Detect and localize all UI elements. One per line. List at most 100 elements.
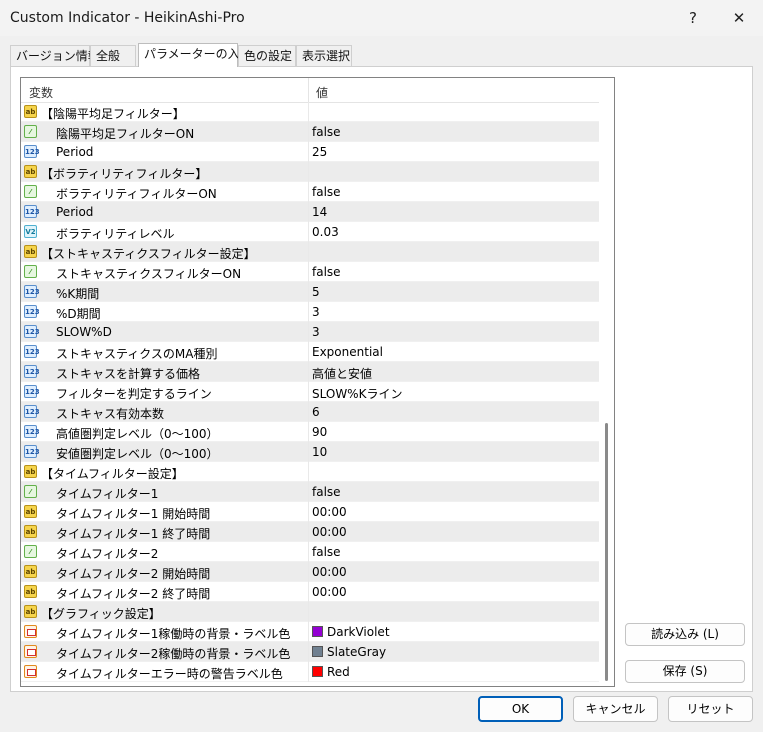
scrollbar-thumb[interactable] xyxy=(605,423,608,681)
parameter-name: タイムフィルター2 xyxy=(56,547,159,561)
parameter-row[interactable]: 123 高値圏判定レベル（0〜100） 90 xyxy=(21,422,599,442)
boolean-type-icon: ⁄ xyxy=(24,485,37,498)
close-button[interactable]: ✕ xyxy=(716,0,762,36)
parameter-row[interactable]: 123 Period 14 xyxy=(21,202,599,222)
parameter-name: Period xyxy=(56,205,94,219)
parameter-value-text: false xyxy=(312,185,341,199)
tab-colors[interactable]: 色の設定 xyxy=(238,45,296,66)
parameter-row[interactable]: ⁄ 陰陽平均足フィルターON false xyxy=(21,122,599,142)
parameter-value[interactable]: SLOW%Kライン xyxy=(312,385,402,402)
parameter-value-text: 高値と安値 xyxy=(312,367,373,381)
section-row[interactable]: ab 【グラフィック設定】 xyxy=(21,602,599,622)
parameter-row[interactable]: 123 ストキャスティクスのMA種別 Exponential xyxy=(21,342,599,362)
parameter-value[interactable]: 5 xyxy=(312,285,320,299)
parameter-row[interactable]: 123 フィルターを判定するライン SLOW%Kライン xyxy=(21,382,599,402)
cell-divider xyxy=(308,162,309,182)
tab-general[interactable]: 全般 xyxy=(90,45,136,66)
parameter-row[interactable]: 123 安値圏判定レベル（0〜100） 10 xyxy=(21,442,599,462)
parameter-row[interactable]: ab タイムフィルター1 開始時間 00:00 xyxy=(21,502,599,522)
color-swatch[interactable] xyxy=(312,646,323,657)
parameter-value[interactable]: 0.03 xyxy=(312,225,339,239)
cell-divider xyxy=(308,602,309,622)
parameter-value[interactable]: Exponential xyxy=(312,345,383,359)
parameter-value[interactable]: 00:00 xyxy=(312,525,347,539)
parameter-value-text: 6 xyxy=(312,405,320,419)
parameter-value[interactable]: 00:00 xyxy=(312,585,347,599)
parameter-value[interactable]: 00:00 xyxy=(312,505,347,519)
parameter-row[interactable]: タイムフィルターエラー時の警告ラベル色 Red xyxy=(21,662,599,682)
parameter-value-text: 00:00 xyxy=(312,565,347,579)
color-value-cell[interactable]: Red xyxy=(312,665,350,679)
help-button[interactable]: ? xyxy=(670,0,716,36)
parameter-value-text: 00:00 xyxy=(312,505,347,519)
integer-type-icon: 123 xyxy=(24,205,40,218)
parameter-row[interactable]: 123 ストキャス有効本数 6 xyxy=(21,402,599,422)
parameter-row[interactable]: ⁄ ストキャスティクスフィルターON false xyxy=(21,262,599,282)
parameter-value[interactable]: false xyxy=(312,265,341,279)
integer-type-icon: 123 xyxy=(24,325,40,338)
parameter-value[interactable]: false xyxy=(312,485,341,499)
parameter-name: 【タイムフィルター設定】 xyxy=(41,467,184,481)
parameter-row[interactable]: ab タイムフィルター1 終了時間 00:00 xyxy=(21,522,599,542)
parameter-value[interactable]: 90 xyxy=(312,425,327,439)
parameter-value[interactable]: 3 xyxy=(312,325,320,339)
vertical-scrollbar[interactable] xyxy=(600,78,614,686)
parameter-name: SLOW%D xyxy=(56,325,112,339)
parameter-value[interactable]: 10 xyxy=(312,445,327,459)
color-value-cell[interactable]: DarkViolet xyxy=(312,625,390,639)
parameter-row[interactable]: 123 %K期間 5 xyxy=(21,282,599,302)
parameter-value-text: 3 xyxy=(312,305,320,319)
parameter-value[interactable]: false xyxy=(312,125,341,139)
column-header-variable[interactable]: 変数 xyxy=(29,84,53,101)
parameter-row[interactable]: ⁄ ボラティリティフィルターON false xyxy=(21,182,599,202)
parameter-row[interactable]: 123 %D期間 3 xyxy=(21,302,599,322)
integer-type-icon: 123 xyxy=(24,345,40,358)
color-value-cell[interactable]: SlateGray xyxy=(312,645,386,659)
parameter-row[interactable]: タイムフィルター2稼働時の背景・ラベル色 SlateGray xyxy=(21,642,599,662)
parameter-row[interactable]: タイムフィルター1稼働時の背景・ラベル色 DarkViolet xyxy=(21,622,599,642)
section-row[interactable]: ab 【ボラティリティフィルター】 xyxy=(21,162,599,182)
parameter-rows: ab 【陰陽平均足フィルター】 ⁄ 陰陽平均足フィルターON false 123 Perio… xyxy=(21,102,599,682)
parameter-row[interactable]: ab タイムフィルター2 開始時間 00:00 xyxy=(21,562,599,582)
parameter-row[interactable]: ⁄ タイムフィルター2 false xyxy=(21,542,599,562)
cell-divider xyxy=(308,522,309,542)
parameter-value[interactable]: 高値と安値 xyxy=(312,365,372,382)
reset-button[interactable]: リセット xyxy=(668,696,753,722)
save-button[interactable]: 保存 (S) xyxy=(625,660,745,683)
cell-divider xyxy=(308,582,309,602)
cancel-button[interactable]: キャンセル xyxy=(573,696,658,722)
parameter-value[interactable]: 6 xyxy=(312,405,320,419)
section-row[interactable]: ab 【ストキャスティクスフィルター設定】 xyxy=(21,242,599,262)
tab-parameters[interactable]: パラメーターの入力 xyxy=(138,43,252,67)
cell-divider xyxy=(308,642,309,662)
parameter-row[interactable]: 123 Period 25 xyxy=(21,142,599,162)
load-button[interactable]: 読み込み (L) xyxy=(625,623,745,646)
parameter-value[interactable]: false xyxy=(312,545,341,559)
column-header-value[interactable]: 値 xyxy=(316,84,328,101)
cell-divider xyxy=(308,542,309,562)
color-type-icon xyxy=(24,625,37,638)
parameter-value[interactable]: 3 xyxy=(312,305,320,319)
section-row[interactable]: ab 【タイムフィルター設定】 xyxy=(21,462,599,482)
parameter-value-text: 00:00 xyxy=(312,525,347,539)
color-swatch[interactable] xyxy=(312,626,323,637)
column-divider[interactable] xyxy=(308,78,309,102)
parameter-row[interactable]: ab タイムフィルター2 終了時間 00:00 xyxy=(21,582,599,602)
cell-divider xyxy=(308,262,309,282)
tab-visualization[interactable]: 表示選択 xyxy=(296,45,352,66)
tab-version[interactable]: バージョン情報 xyxy=(10,45,100,66)
section-row[interactable]: ab 【陰陽平均足フィルター】 xyxy=(21,102,599,122)
parameter-value[interactable]: 14 xyxy=(312,205,327,219)
parameter-name: タイムフィルター2稼働時の背景・ラベル色 xyxy=(56,647,291,661)
parameter-row[interactable]: ⁄ タイムフィルター1 false xyxy=(21,482,599,502)
parameter-name: 【ストキャスティクスフィルター設定】 xyxy=(41,247,256,261)
parameter-value[interactable]: false xyxy=(312,185,341,199)
parameter-name: タイムフィルター1 終了時間 xyxy=(56,527,211,541)
parameter-row[interactable]: V2 ボラティリティレベル 0.03 xyxy=(21,222,599,242)
ok-button[interactable]: OK xyxy=(478,696,563,722)
parameter-row[interactable]: 123 SLOW%D 3 xyxy=(21,322,599,342)
parameter-value[interactable]: 00:00 xyxy=(312,565,347,579)
parameter-value[interactable]: 25 xyxy=(312,145,327,159)
color-swatch[interactable] xyxy=(312,666,323,677)
parameter-row[interactable]: 123 ストキャスを計算する価格 高値と安値 xyxy=(21,362,599,382)
